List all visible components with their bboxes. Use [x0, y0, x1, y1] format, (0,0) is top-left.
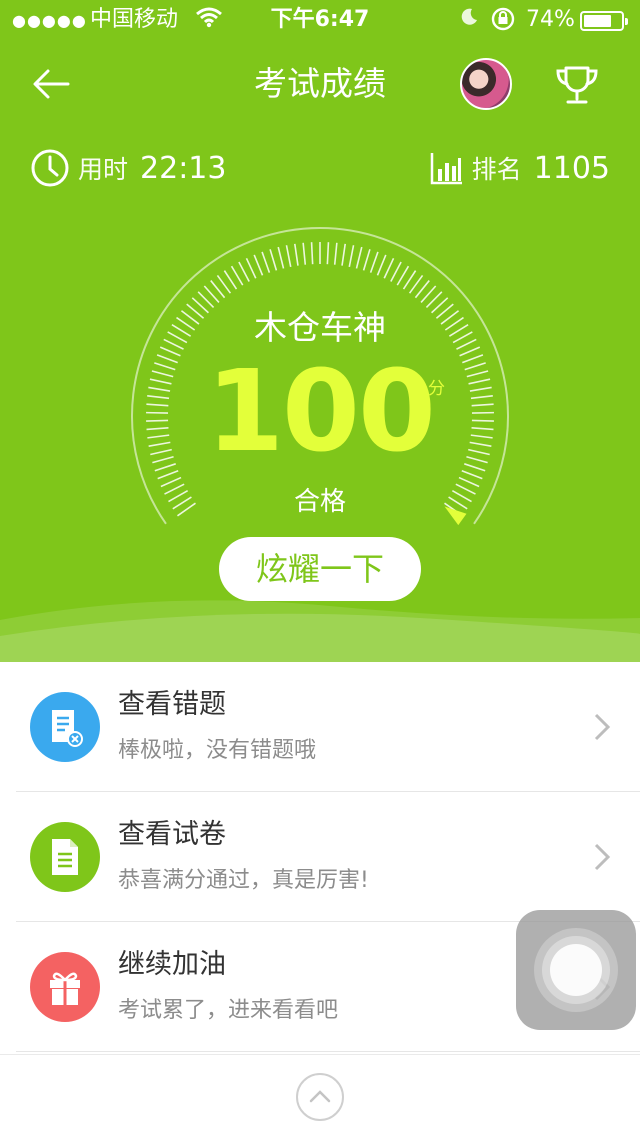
bar-chart-icon	[430, 153, 462, 185]
gauge-tick	[238, 261, 250, 282]
gauge-tick	[341, 243, 347, 266]
avatar[interactable]	[460, 58, 512, 110]
back-button[interactable]	[26, 62, 82, 106]
achievement-title: 木仓车神	[254, 308, 386, 347]
gauge-tick	[390, 261, 402, 282]
battery-percent: 74%	[526, 7, 575, 32]
gauge-tick	[348, 245, 355, 268]
chevron-right-icon	[594, 713, 611, 741]
list-item-wrong-questions[interactable]: 查看错题 棒极啦，没有错题哦	[0, 662, 640, 792]
page-title: 考试成绩	[254, 64, 386, 103]
time-label: 用时	[78, 155, 129, 184]
assistive-touch-button[interactable]	[516, 910, 636, 1030]
rank-value: 1105	[533, 150, 610, 186]
gauge-tick	[277, 246, 285, 269]
score-gauge: 木仓车神 100 分 合格	[0, 220, 640, 560]
gauge-tick	[269, 249, 278, 271]
gauge-tick	[396, 265, 410, 286]
item-subtitle: 恭喜满分通过，真是厉害!	[118, 868, 369, 893]
exam-stats: 用时 22:13 排名 1105	[0, 140, 640, 196]
gauge-tick	[293, 243, 299, 266]
item-subtitle: 棒极啦，没有错题哦	[118, 738, 317, 763]
clock-icon	[31, 149, 69, 187]
rotation-lock-icon	[490, 6, 516, 40]
score-hero: ●●●●● 中国移动 下午6:47 74% 考试成绩 用时 22:13 排名 1…	[0, 0, 640, 662]
gauge-tick	[355, 246, 363, 269]
wrong-questions-icon	[30, 692, 100, 762]
gauge-tick	[362, 249, 371, 271]
score-value: 100	[206, 347, 436, 477]
gauge-tick	[383, 257, 395, 279]
share-button[interactable]: 炫耀一下	[219, 537, 421, 601]
score-unit: 分	[428, 379, 445, 399]
assistive-touch-core	[550, 944, 602, 996]
item-title: 继续加油	[118, 949, 226, 980]
item-title: 查看试卷	[118, 819, 226, 850]
rank-label: 排名	[471, 155, 522, 184]
gauge-tick	[333, 242, 338, 265]
bottom-bar	[0, 1054, 640, 1136]
gauge-tick	[302, 242, 307, 265]
gauge-tick	[310, 242, 314, 265]
gauge-tick	[261, 251, 271, 273]
battery-level	[584, 15, 611, 27]
elapsed-time: 用时 22:13	[30, 146, 226, 190]
arrow-left-icon	[33, 69, 70, 99]
moon-icon	[458, 6, 480, 36]
exam-paper-icon	[30, 822, 100, 892]
gauge-tick	[369, 251, 379, 273]
gauge-tick	[285, 245, 292, 268]
divider	[16, 1051, 640, 1052]
gauge-tick	[326, 242, 330, 265]
chevron-right-icon	[594, 843, 611, 871]
trophy-button[interactable]	[552, 60, 602, 110]
chevron-up-icon	[309, 1090, 331, 1103]
ranking: 排名 1105	[430, 146, 610, 190]
gauge-tick	[376, 254, 387, 276]
collapse-button[interactable]	[296, 1073, 344, 1121]
battery-icon	[580, 11, 628, 31]
gauge-tick	[245, 257, 257, 279]
item-title: 查看错题	[118, 689, 226, 720]
item-subtitle: 考试累了，进来看看吧	[118, 998, 339, 1023]
list-item-exam-paper[interactable]: 查看试卷 恭喜满分通过，真是厉害!	[0, 792, 640, 922]
gauge-tick	[230, 265, 244, 286]
status-bar: ●●●●● 中国移动 下午6:47 74%	[0, 0, 640, 40]
pass-status: 合格	[293, 487, 346, 517]
nav-bar: 考试成绩	[0, 48, 640, 120]
gauge-tick	[253, 254, 264, 276]
trophy-icon	[556, 66, 598, 104]
gift-icon	[30, 952, 100, 1022]
time-value: 22:13	[140, 150, 227, 186]
